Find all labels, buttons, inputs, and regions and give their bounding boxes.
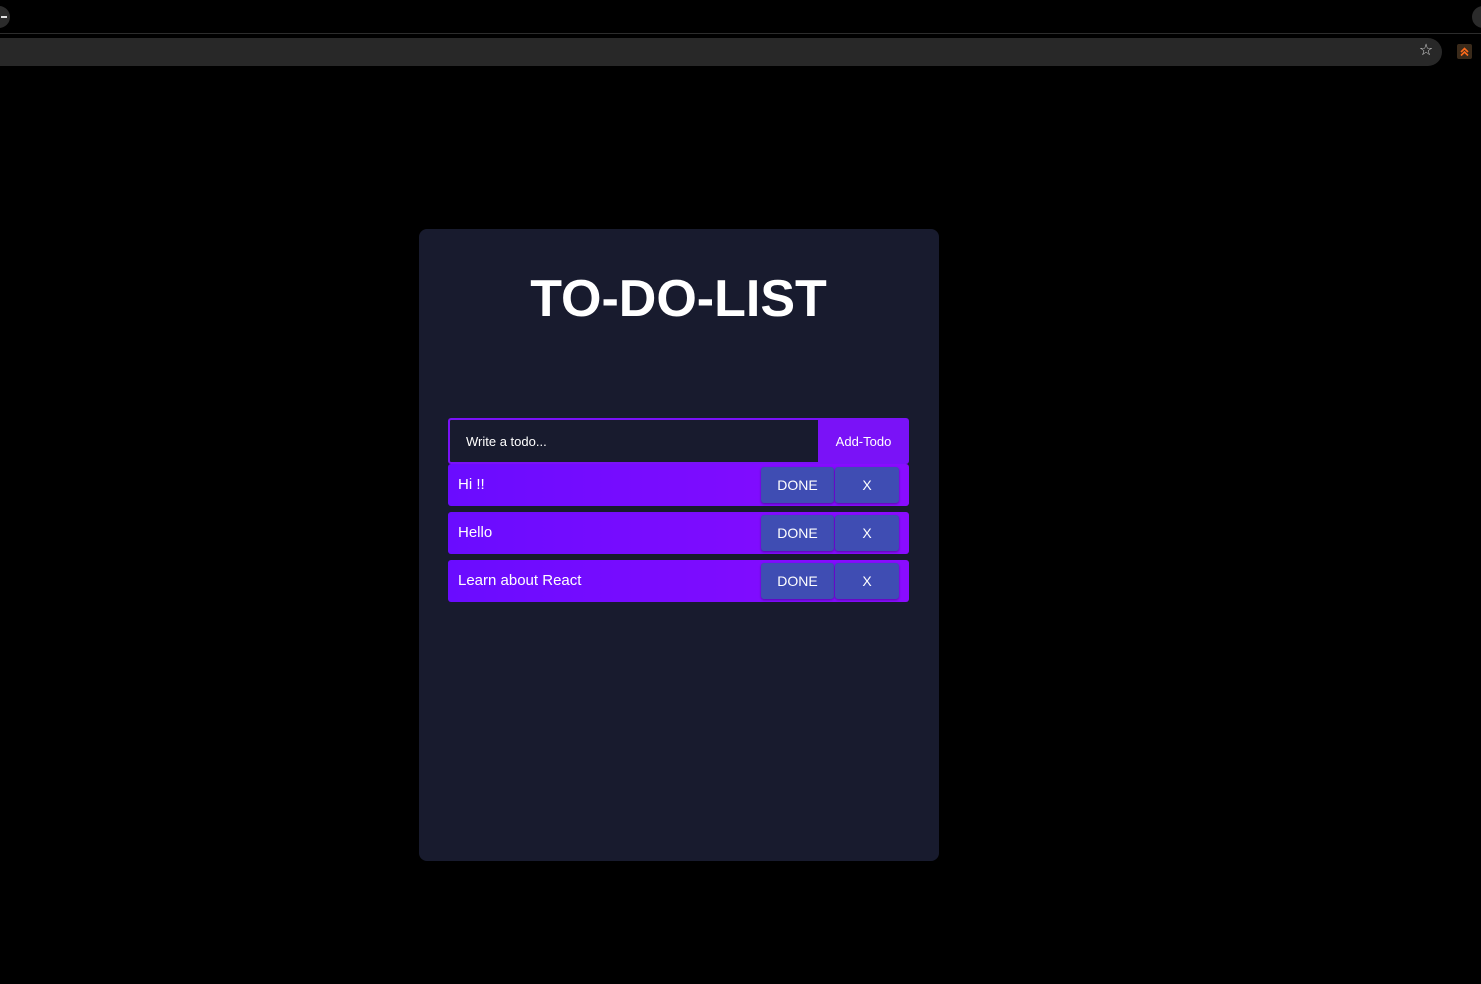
todo-item: Hello DONE X xyxy=(448,512,909,554)
todo-text: Hi !! xyxy=(458,476,485,493)
done-button[interactable]: DONE xyxy=(761,515,834,551)
delete-button[interactable]: X xyxy=(835,467,899,503)
bookmark-star-icon[interactable]: ☆ xyxy=(1416,41,1436,61)
delete-button[interactable]: X xyxy=(835,563,899,599)
extension-icon[interactable] xyxy=(1457,44,1472,59)
todo-text: Learn about React xyxy=(458,572,582,589)
delete-button[interactable]: X xyxy=(835,515,899,551)
todo-item: Learn about React DONE X xyxy=(448,560,909,602)
add-todo-button[interactable]: Add-Todo xyxy=(818,418,909,464)
page-title: TO-DO-LIST xyxy=(530,270,827,328)
done-button[interactable]: DONE xyxy=(761,467,834,503)
browser-tab-strip xyxy=(0,0,1481,34)
todo-text: Hello xyxy=(458,524,493,541)
todo-input[interactable] xyxy=(448,418,818,464)
todo-form: Add-Todo xyxy=(448,418,909,464)
address-bar[interactable] xyxy=(0,38,1442,66)
tab-strip-divider xyxy=(0,33,1481,34)
done-button[interactable]: DONE xyxy=(761,563,834,599)
todo-item: Hi !! DONE X xyxy=(448,464,909,506)
